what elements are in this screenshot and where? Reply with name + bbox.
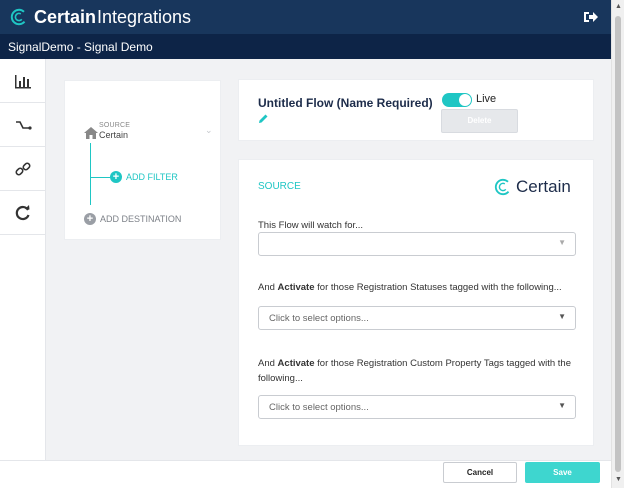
registration-status-select[interactable]: Click to select options... ▼ [258, 306, 576, 330]
custom-property-tag-placeholder: Click to select options... [269, 402, 369, 413]
breadcrumb: SignalDemo - Signal Demo [0, 34, 611, 59]
flow-title: Untitled Flow (Name Required) [258, 96, 433, 110]
delete-button[interactable]: Delete [441, 109, 518, 133]
logout-icon[interactable] [583, 10, 599, 24]
caret-down-icon: ▼ [558, 238, 566, 247]
sidebar-item-signals[interactable] [0, 103, 46, 147]
pencil-icon[interactable] [258, 113, 269, 127]
sidebar-item-refresh[interactable] [0, 191, 46, 235]
live-toggle-label: Live [476, 93, 497, 105]
sidebar-item-dashboard[interactable] [0, 59, 46, 103]
registration-status-placeholder: Click to select options... [269, 313, 369, 324]
add-filter-link[interactable]: ADD FILTER [126, 172, 178, 182]
tree-connector-horizontal [90, 177, 110, 178]
toggle-knob [459, 94, 471, 106]
add-filter-icon[interactable]: + [110, 171, 122, 183]
cancel-button[interactable]: Cancel [443, 462, 517, 483]
link-icon [15, 161, 31, 176]
source-panel-heading: SOURCE [258, 181, 301, 192]
signal-icon [16, 120, 32, 130]
chevron-down-icon[interactable]: ⌄ [205, 125, 213, 136]
app-brand: Certain [34, 7, 97, 27]
certain-logo-icon [494, 178, 512, 196]
tree-connector-vertical [90, 143, 91, 205]
sidebar [0, 59, 46, 460]
scrollbar-thumb[interactable] [615, 16, 621, 472]
status-filter-label: And Activate for those Registration Stat… [258, 282, 562, 293]
flow-header-card: Untitled Flow (Name Required) Live Delet… [238, 79, 594, 141]
refresh-icon [15, 204, 30, 220]
home-icon [84, 127, 98, 142]
caret-down-icon: ▼ [558, 312, 566, 321]
footer-bar [0, 460, 611, 488]
top-bar: Certain Integrations [0, 0, 611, 34]
add-destination-icon[interactable]: + [84, 213, 96, 225]
source-node-label: SOURCE [99, 122, 131, 129]
source-node-value[interactable]: Certain [99, 130, 128, 140]
add-destination-link[interactable]: ADD DESTINATION [100, 214, 181, 224]
source-panel: SOURCE Certain This Flow will watch for.… [238, 159, 594, 446]
certain-logo-icon [10, 8, 28, 26]
caret-down-icon: ▼ [558, 401, 566, 410]
custom-property-tag-select[interactable]: Click to select options... ▼ [258, 395, 576, 419]
sidebar-item-links[interactable] [0, 147, 46, 191]
certain-logo: Certain [494, 176, 578, 198]
certain-logo-text: Certain [516, 177, 571, 196]
page-scrollbar[interactable]: ▲ ▼ [611, 0, 624, 488]
custom-tag-filter-label: And Activate for those Registration Cust… [258, 358, 571, 384]
watch-event-select[interactable]: ▼ [258, 232, 576, 256]
watch-label: This Flow will watch for... [258, 220, 364, 231]
save-button[interactable]: Save [525, 462, 600, 483]
flow-tree-card: SOURCE Certain ⌄ + ADD FILTER + ADD DEST… [64, 80, 221, 240]
scroll-down-icon[interactable]: ▼ [615, 476, 622, 483]
live-toggle[interactable] [442, 93, 472, 107]
scroll-up-icon[interactable]: ▲ [615, 3, 622, 10]
bar-chart-icon [15, 74, 31, 88]
app-section-title: Integrations [97, 7, 192, 27]
